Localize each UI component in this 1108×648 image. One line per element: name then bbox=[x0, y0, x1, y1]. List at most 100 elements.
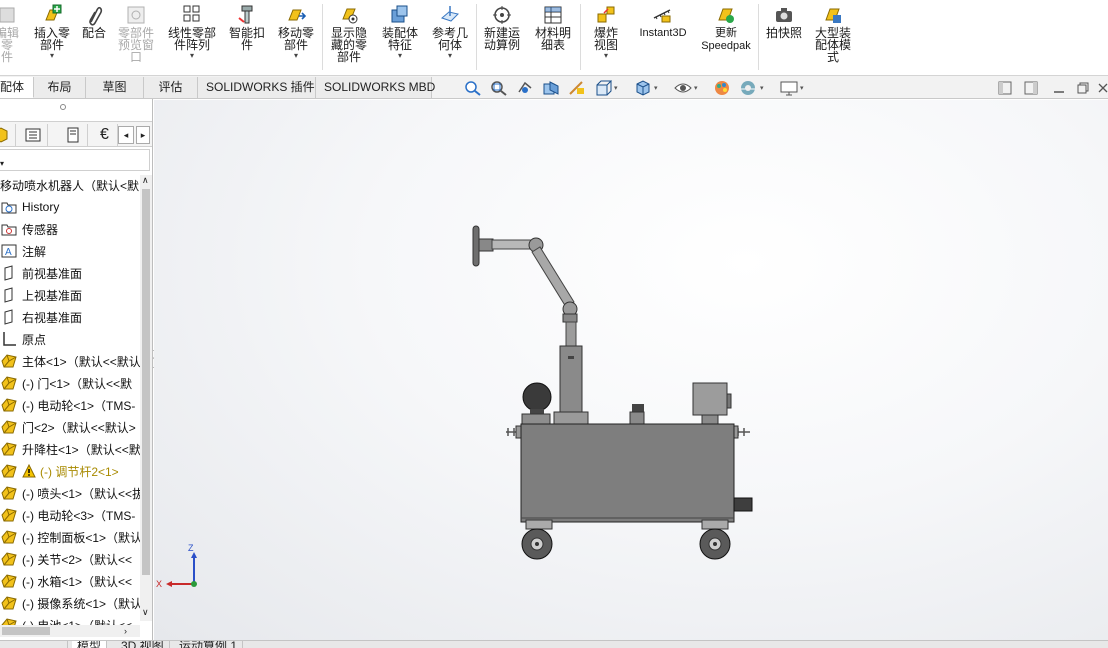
tab-3d-view[interactable]: 3D 视图 bbox=[116, 641, 170, 648]
assembly-features-dropdown[interactable]: ▾ bbox=[398, 52, 402, 60]
view-settings-monitor-icon[interactable]: ▾ bbox=[780, 80, 804, 96]
scroll-up-icon[interactable]: ∧ bbox=[142, 175, 149, 186]
tree-item[interactable]: (-) 控制面板<1>（默认 bbox=[0, 527, 140, 547]
tree-item[interactable]: (-) 摄像系统<1>（默认 bbox=[0, 593, 140, 613]
edit-appearance-icon[interactable] bbox=[714, 80, 732, 96]
tree-item-label: 升降柱<1>（默认<<默 bbox=[22, 442, 140, 457]
linear-pattern-icon bbox=[181, 4, 203, 26]
dynamic-annotation-icon[interactable] bbox=[568, 80, 586, 96]
lift-column-upper bbox=[565, 321, 577, 347]
exploded-view-button[interactable]: 爆炸视图 ▾ bbox=[584, 4, 628, 60]
move-component-button[interactable]: 移动零部件 ▾ bbox=[274, 4, 318, 60]
component-preview-window-button[interactable]: 零部件预览窗口 bbox=[114, 4, 158, 63]
tree-item[interactable]: (-) 水箱<1>（默认<< bbox=[0, 571, 140, 591]
linear-pattern-dropdown[interactable]: ▾ bbox=[190, 52, 194, 60]
tree-item[interactable]: 前视基准面 bbox=[0, 263, 140, 283]
hide-show-items-icon[interactable]: ▾ bbox=[674, 80, 698, 96]
apply-scene-icon[interactable]: ▾ bbox=[740, 80, 764, 96]
tree-item[interactable]: (-) 电动轮<1>（TMS- bbox=[0, 395, 140, 415]
large-assembly-mode-button[interactable]: 大型装配体模式 bbox=[810, 4, 856, 63]
tree-item[interactable]: A 注解 bbox=[0, 241, 140, 261]
graphics-area[interactable]: Z X bbox=[154, 100, 1108, 640]
zoom-to-fit-icon[interactable] bbox=[464, 80, 482, 96]
tree-filter-input[interactable] bbox=[0, 149, 150, 171]
property-manager-tab-icon[interactable] bbox=[18, 124, 48, 146]
main-body-water-tank bbox=[520, 423, 735, 523]
tab-layout[interactable]: 布局 bbox=[34, 77, 86, 98]
move-component-dropdown[interactable]: ▾ bbox=[294, 52, 298, 60]
part-icon bbox=[0, 484, 18, 502]
instant3d-button[interactable]: Instant3D bbox=[634, 4, 692, 40]
tree-item[interactable]: (-) 关节<2>（默认<< bbox=[0, 549, 140, 569]
tree-item[interactable]: 主体<1>（默认<<默认 bbox=[0, 351, 140, 371]
insert-components-dropdown[interactable]: ▾ bbox=[50, 52, 54, 60]
restore-panel-icon[interactable] bbox=[998, 80, 1012, 96]
configuration-manager-tab-icon[interactable] bbox=[58, 124, 88, 146]
tab-scroll-left-icon[interactable]: ◂ bbox=[118, 126, 134, 144]
tree-item[interactable]: 升降柱<1>（默认<<默 bbox=[0, 439, 140, 459]
bottom-nav-arrows[interactable] bbox=[0, 641, 68, 648]
tree-item[interactable]: 原点 bbox=[0, 329, 140, 349]
pane-grip-icon[interactable] bbox=[60, 104, 66, 110]
display-style-icon[interactable]: ▾ bbox=[634, 80, 658, 96]
new-motion-study-button[interactable]: 新建运动算例 bbox=[480, 4, 524, 51]
tab-assembly[interactable]: 配体 bbox=[0, 77, 34, 98]
show-hidden-components-icon bbox=[338, 4, 360, 26]
scroll-right-icon[interactable]: › bbox=[124, 625, 127, 637]
edit-component-button[interactable]: 编辑零件 bbox=[0, 4, 20, 63]
scrollbar-thumb[interactable] bbox=[2, 627, 50, 635]
tree-item[interactable]: (-) 电动轮<3>（TMS- bbox=[0, 505, 140, 525]
tree-item[interactable]: (-) 喷头<1>（默认<<拔 bbox=[0, 483, 140, 503]
tree-item-label: (-) 水箱<1>（默认<< bbox=[22, 574, 133, 589]
previous-view-icon[interactable] bbox=[516, 80, 534, 96]
bottom-tabs: 模型 3D 视图 运动算例 1 bbox=[0, 640, 1108, 648]
reference-geometry-dropdown[interactable]: ▾ bbox=[448, 52, 452, 60]
view-orientation-icon[interactable]: ▾ bbox=[594, 80, 618, 96]
tree-item-label: 注解 bbox=[22, 244, 47, 259]
feature-manager-tab-icon[interactable] bbox=[0, 124, 16, 146]
tree-vertical-scrollbar[interactable]: ∧ ∨ bbox=[140, 175, 152, 621]
close-window-icon[interactable] bbox=[1098, 80, 1108, 96]
tab-solidworks-mbd[interactable]: SOLIDWORKS MBD bbox=[316, 77, 435, 98]
minimize-window-icon[interactable] bbox=[1052, 80, 1066, 96]
show-hidden-components-button[interactable]: 显示隐藏的零部件 bbox=[326, 4, 372, 63]
mate-button[interactable]: 配合 bbox=[78, 4, 110, 39]
tab-sketch[interactable]: 草图 bbox=[86, 77, 144, 98]
section-view-icon[interactable] bbox=[542, 80, 560, 96]
tree-item[interactable]: 传感器 bbox=[0, 219, 140, 239]
update-speedpak-button[interactable]: 更新Speedpak bbox=[698, 4, 754, 53]
tab-evaluate[interactable]: 评估 bbox=[144, 77, 198, 98]
tree-item[interactable]: 门<2>（默认<<默认> bbox=[0, 417, 140, 437]
assembly-features-button[interactable]: 装配体特征 ▾ bbox=[376, 4, 424, 60]
tree-item-label: (-) 喷头<1>（默认<<拔 bbox=[22, 486, 140, 501]
bill-of-materials-button[interactable]: 材料明细表 bbox=[530, 4, 576, 51]
take-snapshot-button[interactable]: 拍快照 bbox=[762, 4, 806, 39]
tree-horizontal-scrollbar[interactable]: › bbox=[0, 625, 140, 637]
ribbon-separator bbox=[758, 4, 759, 70]
command-tab-row: 配体 布局 草图 评估 SOLIDWORKS 插件 SOLIDWORKS MBD… bbox=[0, 76, 1108, 99]
reference-geometry-button[interactable]: 参考几何体 ▾ bbox=[428, 4, 472, 60]
filter-dropdown-icon[interactable]: ▾ bbox=[0, 159, 4, 168]
tab-motion-study[interactable]: 运动算例 1 bbox=[174, 641, 244, 648]
tree-root-assembly[interactable]: 移动喷水机器人（默认<默 bbox=[0, 175, 140, 195]
tab-solidworks-plugins[interactable]: SOLIDWORKS 插件 bbox=[198, 77, 316, 98]
smart-fasteners-button[interactable]: 智能扣件 bbox=[226, 4, 268, 51]
tree-item[interactable]: (-) 调节杆2<1> bbox=[0, 461, 140, 481]
linear-component-pattern-button[interactable]: 线性零部件阵列 ▾ bbox=[164, 4, 220, 60]
tab-model[interactable]: 模型 bbox=[72, 641, 108, 648]
zoom-to-area-icon[interactable] bbox=[490, 80, 508, 96]
tree-item[interactable]: 右视基准面 bbox=[0, 307, 140, 327]
smart-fasteners-icon bbox=[236, 4, 258, 26]
tile-panel-icon[interactable] bbox=[1024, 80, 1038, 96]
restore-window-icon[interactable] bbox=[1076, 80, 1090, 96]
insert-components-button[interactable]: 插入零部件 ▾ bbox=[30, 4, 74, 60]
tab-scroll-right-icon[interactable]: ▸ bbox=[136, 126, 150, 144]
tree-item[interactable]: 上视基准面 bbox=[0, 285, 140, 305]
exploded-view-dropdown[interactable]: ▾ bbox=[604, 52, 608, 60]
tree-item[interactable]: History bbox=[0, 197, 140, 217]
scroll-down-icon[interactable]: ∨ bbox=[142, 607, 149, 618]
robot-assembly-model[interactable] bbox=[154, 100, 1108, 640]
dimxpert-manager-tab-icon[interactable]: € bbox=[92, 124, 118, 146]
scrollbar-thumb[interactable] bbox=[142, 189, 150, 575]
tree-item[interactable]: (-) 门<1>（默认<<默 bbox=[0, 373, 140, 393]
